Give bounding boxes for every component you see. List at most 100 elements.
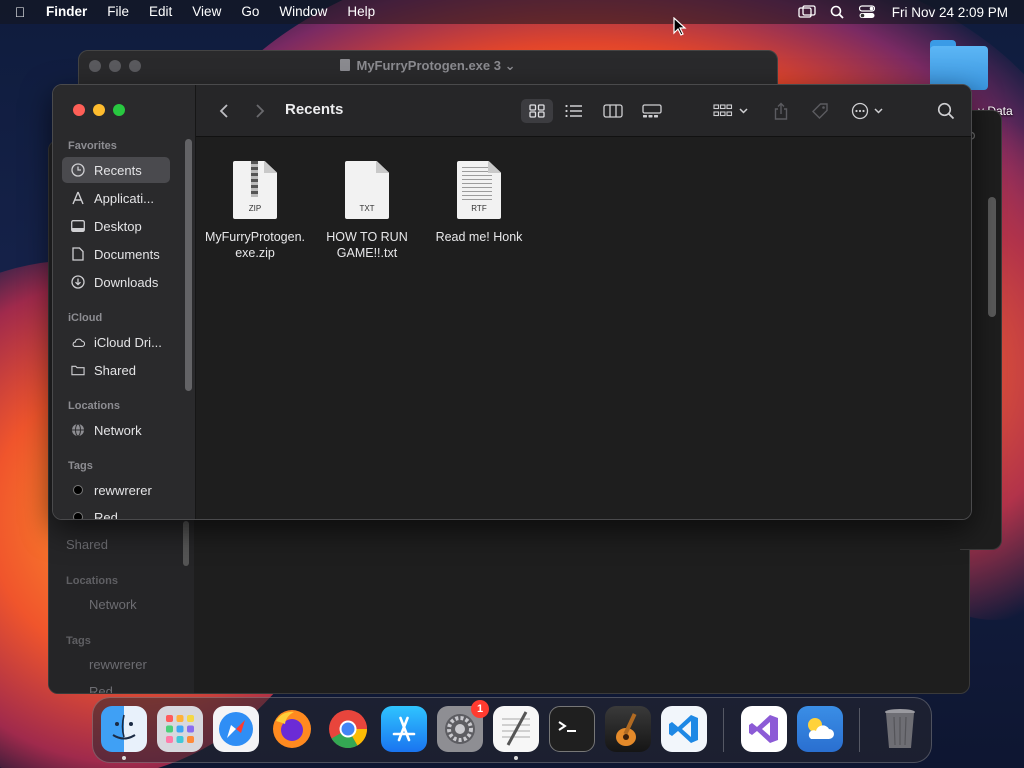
tag-button[interactable]: [807, 99, 833, 123]
weather-dock-icon[interactable]: [797, 706, 843, 752]
vscode-dock-icon[interactable]: [661, 706, 707, 752]
sidebar-item-label: Shared: [94, 362, 136, 378]
bg-sidebar-item-shared: Shared: [66, 537, 108, 552]
sidebar-item-label: Documents: [94, 246, 160, 262]
sidebar-item-label: Red: [94, 509, 118, 520]
finder-sidebar: Favorites Recents Applicati... Desktop D…: [53, 85, 196, 519]
sidebar-item-network[interactable]: Network: [62, 417, 170, 443]
sidebar-header-favorites: Favorites: [68, 140, 117, 152]
file-browser-content[interactable]: ZIP MyFurryProtogen. exe.zip TXT HOW TO R…: [196, 137, 971, 519]
window-title: Recents: [285, 101, 344, 118]
sidebar-scrollbar[interactable]: [185, 139, 192, 391]
close-button[interactable]: [73, 104, 85, 116]
bg-sidebar-item-tag: Red: [89, 684, 113, 694]
background-window-title: MyFurryProtogen.exe 3 ⌄: [79, 58, 777, 74]
cloud-icon: [71, 335, 85, 349]
group-grid-chevron-icon: [713, 104, 748, 117]
menu-app-name[interactable]: Finder: [40, 0, 97, 24]
launchpad-dock-icon[interactable]: [157, 706, 203, 752]
list-icon: [565, 105, 582, 117]
sidebar-item-label: Downloads: [94, 274, 159, 290]
dock-separator: [723, 708, 724, 752]
group-by-button[interactable]: [710, 99, 752, 123]
sidebar-item-tag-red[interactable]: Red: [62, 504, 170, 520]
menu-view[interactable]: View: [182, 0, 231, 24]
columns-icon: [603, 104, 623, 118]
file-item-rtf[interactable]: RTF Read me! Honk: [420, 161, 538, 245]
share-button[interactable]: [769, 99, 793, 123]
sidebar-header-tags: Tags: [68, 460, 93, 472]
dock: 1: [92, 697, 932, 763]
textedit-dock-icon[interactable]: [493, 706, 539, 752]
sidebar-item-label: Applicati...: [94, 190, 154, 206]
applications-icon: [71, 191, 85, 205]
file-name: Read me! Honk: [435, 230, 523, 244]
gallery-icon: [642, 104, 662, 118]
file-name: MyFurryProtogen. exe.zip: [204, 230, 306, 260]
shared-folder-icon: [71, 363, 85, 377]
tag-color-dot-icon: [71, 483, 85, 497]
finder-window[interactable]: Favorites Recents Applicati... Desktop D…: [52, 84, 972, 520]
file-item-zip[interactable]: ZIP MyFurryProtogen. exe.zip: [196, 161, 314, 261]
minimize-button[interactable]: [93, 104, 105, 116]
control-center-icon[interactable]: [852, 0, 882, 24]
terminal-dock-icon[interactable]: [549, 706, 595, 752]
download-icon: [71, 275, 85, 289]
running-indicator: [122, 756, 126, 760]
icon-view-button[interactable]: [521, 99, 553, 123]
list-view-button[interactable]: [558, 99, 590, 123]
spotlight-search-icon[interactable]: [822, 0, 852, 24]
sidebar-item-desktop[interactable]: Desktop: [62, 213, 170, 239]
bg-sidebar-scrollbar[interactable]: [183, 521, 189, 566]
sidebar-item-downloads[interactable]: Downloads: [62, 269, 170, 295]
more-actions-button[interactable]: [848, 99, 890, 123]
document-icon: [71, 247, 85, 261]
sidebar-item-icloud-drive[interactable]: iCloud Dri...: [62, 329, 170, 355]
chrome-dock-icon[interactable]: [325, 706, 371, 752]
sidebar-item-label: iCloud Dri...: [94, 334, 162, 350]
search-button[interactable]: [932, 99, 960, 123]
scrollbar[interactable]: [988, 197, 996, 317]
back-button[interactable]: [212, 99, 236, 123]
bg-sidebar-header-tags: Tags: [66, 635, 91, 647]
firefox-dock-icon[interactable]: [269, 706, 315, 752]
file-item-txt[interactable]: TXT HOW TO RUN GAME!!.txt: [308, 161, 426, 261]
tag-icon: [812, 103, 828, 119]
zoom-button[interactable]: [113, 104, 125, 116]
grid-icon: [529, 104, 545, 118]
screen-mirroring-icon[interactable]: [792, 0, 822, 24]
menu-file[interactable]: File: [97, 0, 139, 24]
rtf-file-icon: RTF: [457, 161, 501, 219]
bg-sidebar-item-network: Network: [89, 597, 137, 612]
sidebar-item-recents[interactable]: Recents: [62, 157, 170, 183]
gallery-view-button[interactable]: [635, 99, 669, 123]
forward-button[interactable]: [248, 99, 272, 123]
apple-menu-icon[interactable]: : [0, 4, 40, 20]
sidebar-item-applications[interactable]: Applicati...: [62, 185, 170, 211]
system-settings-dock-icon[interactable]: 1: [437, 700, 489, 752]
chevron-left-icon: [219, 104, 228, 118]
sidebar-item-label: Desktop: [94, 218, 142, 234]
safari-dock-icon[interactable]: [213, 706, 259, 752]
visual-studio-dock-icon[interactable]: [741, 706, 787, 752]
sidebar-item-tag-rewwrerer[interactable]: rewwrerer: [62, 477, 170, 503]
running-indicator: [514, 756, 518, 760]
column-view-button[interactable]: [597, 99, 629, 123]
finder-dock-icon[interactable]: [101, 706, 147, 752]
sidebar-item-documents[interactable]: Documents: [62, 241, 170, 267]
menu-go[interactable]: Go: [231, 0, 269, 24]
text-file-icon: TXT: [345, 161, 389, 219]
finder-toolbar: Recents: [196, 85, 971, 137]
menu-window[interactable]: Window: [269, 0, 337, 24]
trash-dock-icon[interactable]: [877, 706, 923, 752]
mouse-pointer-icon: [673, 17, 687, 36]
app-store-dock-icon[interactable]: [381, 706, 427, 752]
file-name: HOW TO RUN GAME!!.txt: [326, 230, 408, 260]
sidebar-item-shared[interactable]: Shared: [62, 357, 170, 383]
menu-edit[interactable]: Edit: [139, 0, 182, 24]
menu-clock[interactable]: Fri Nov 24 2:09 PM: [892, 5, 1008, 20]
clock-icon: [71, 163, 85, 177]
garageband-dock-icon[interactable]: [605, 706, 651, 752]
menu-help[interactable]: Help: [337, 0, 385, 24]
desktop-icon: [71, 219, 85, 233]
